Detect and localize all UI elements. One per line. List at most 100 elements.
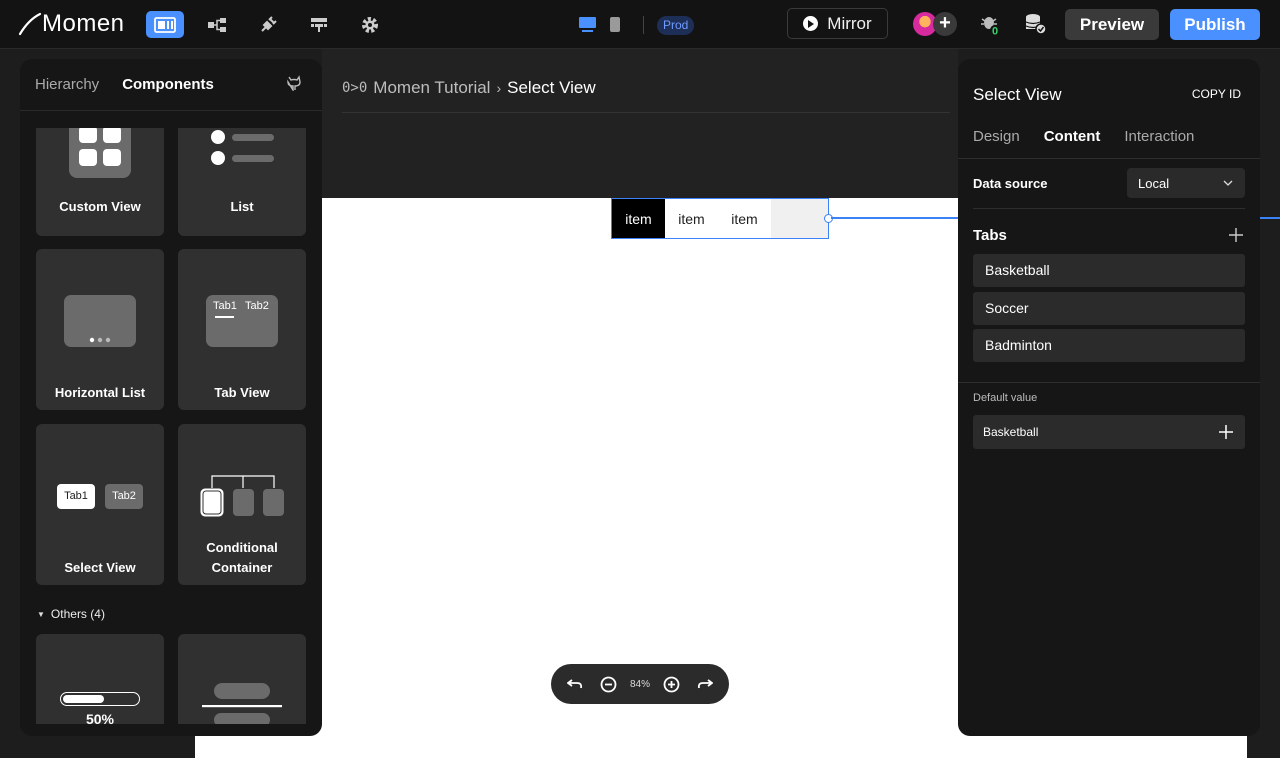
data-model-button[interactable] — [198, 11, 236, 38]
select-view-item[interactable]: item — [612, 199, 665, 238]
default-value-text: Basketball — [983, 425, 1039, 439]
data-source-select[interactable]: Local — [1127, 168, 1245, 198]
database-button[interactable] — [1025, 13, 1047, 40]
conditional-icon — [200, 475, 284, 517]
component-card-select-view[interactable]: Tab1 Tab2 Select View — [36, 424, 164, 585]
hierarchy-icon — [208, 17, 226, 32]
component-card-horizontal-list[interactable]: Horizontal List — [36, 249, 164, 410]
tab-view-icon: Tab1 Tab2 — [206, 295, 278, 347]
plus-icon — [1229, 228, 1243, 242]
selection-connector-line — [1260, 217, 1280, 219]
logo-swoosh-icon — [18, 12, 42, 36]
component-label-line1: Conditional — [206, 540, 278, 555]
zoom-level[interactable]: 84% — [630, 679, 650, 690]
actions-button[interactable] — [249, 11, 287, 38]
copy-id-button[interactable]: COPY ID — [1192, 87, 1241, 101]
carousel-icon — [64, 295, 136, 347]
progress-icon — [60, 692, 140, 706]
component-label: List — [230, 199, 254, 214]
panel-divider — [958, 158, 1260, 159]
select-view-preview-tab2: Tab2 — [105, 484, 143, 509]
page-link-icon: 0>0 — [342, 80, 368, 96]
gear-icon — [362, 16, 378, 33]
tab-design[interactable]: Design — [973, 128, 1020, 145]
zoom-toolbar: 84% — [551, 664, 729, 704]
api-button[interactable] — [300, 11, 338, 38]
zoom-out-button[interactable] — [597, 673, 619, 695]
plug-icon — [261, 15, 277, 32]
component-card-progress[interactable]: 50% — [36, 634, 164, 724]
svg-text:0: 0 — [992, 26, 998, 38]
breadcrumb-divider — [342, 112, 950, 113]
undo-icon — [567, 679, 583, 689]
play-icon — [803, 16, 819, 31]
plus-icon[interactable] — [1219, 425, 1233, 439]
components-list[interactable]: Custom View List Horizontal List Tab1 Ta… — [20, 128, 322, 724]
divider-icon — [202, 683, 282, 724]
database-check-icon — [1025, 14, 1047, 35]
selection-connector-line — [831, 217, 958, 219]
breadcrumb: 0>0 Momen Tutorial › Select View — [342, 78, 596, 98]
others-section-toggle[interactable]: ▼ Others (4) — [37, 607, 105, 621]
undo-button[interactable] — [564, 673, 586, 695]
component-card-custom-view[interactable]: Custom View — [36, 128, 164, 236]
list-icon — [211, 130, 274, 165]
component-card-tab-view[interactable]: Tab1 Tab2 Tab View — [178, 249, 306, 410]
properties-tabs: Design Content Interaction — [973, 128, 1194, 145]
panel-divider — [20, 110, 322, 111]
logo-text: Momen — [42, 10, 125, 37]
redo-button[interactable] — [694, 673, 716, 695]
settings-button[interactable] — [351, 11, 389, 38]
invite-collaborator-button[interactable]: + — [933, 12, 957, 36]
default-value-field[interactable]: Basketball — [973, 415, 1245, 449]
tab-interaction[interactable]: Interaction — [1124, 128, 1194, 145]
breadcrumb-current[interactable]: Select View — [507, 78, 596, 98]
select-view-item[interactable]: item — [718, 199, 771, 238]
breadcrumb-chevron-icon: › — [496, 80, 502, 96]
mobile-view-button[interactable] — [609, 16, 621, 38]
tab-item-row[interactable]: Basketball — [973, 254, 1245, 287]
section-divider — [958, 382, 1260, 383]
component-card-conditional-container[interactable]: Conditional Container — [178, 424, 306, 585]
tab-hierarchy[interactable]: Hierarchy — [35, 76, 99, 93]
pages-toggle-button[interactable] — [146, 11, 184, 38]
progress-percent: 50% — [85, 711, 115, 724]
data-source-label: Data source — [973, 176, 1048, 191]
tab-item-row[interactable]: Soccer — [973, 292, 1245, 325]
tab-view-tab2: Tab2 — [245, 300, 269, 312]
breadcrumb-project[interactable]: Momen Tutorial — [373, 78, 490, 98]
select-view-preview-tab1: Tab1 — [57, 484, 95, 509]
mirror-button[interactable]: Mirror — [787, 8, 888, 39]
component-label-line2: Container — [211, 560, 273, 575]
tab-content[interactable]: Content — [1044, 128, 1101, 145]
mirror-label: Mirror — [827, 13, 872, 33]
others-section-label: Others (4) — [50, 607, 105, 621]
caret-down-icon: ▼ — [37, 609, 45, 619]
selected-component-title[interactable]: Select View — [973, 85, 1062, 105]
desktop-view-button[interactable] — [578, 16, 597, 37]
components-panel: Hierarchy Components Custom View List Ho… — [20, 59, 322, 736]
layout-panel-icon — [154, 16, 176, 33]
component-card-list[interactable]: List — [178, 128, 306, 236]
select-view-component[interactable]: item item item — [611, 198, 829, 239]
publish-button[interactable]: Publish — [1170, 9, 1260, 40]
momen-logo[interactable]: Momen — [18, 10, 125, 38]
default-value-label: Default value — [973, 392, 1038, 404]
tabs-section-header: Tabs — [973, 227, 1007, 244]
api-icon — [311, 17, 327, 32]
zoom-in-button[interactable] — [661, 673, 683, 695]
zoom-out-icon — [600, 676, 617, 692]
environment-badge[interactable]: Prod — [657, 16, 695, 35]
component-card-divider[interactable] — [178, 634, 306, 724]
select-view-item[interactable]: item — [665, 199, 718, 238]
add-tab-button[interactable] — [1228, 227, 1244, 243]
tab-components[interactable]: Components — [122, 76, 214, 93]
chevron-down-icon — [1223, 180, 1233, 186]
left-panel-tabs: Hierarchy Components — [35, 76, 214, 93]
debug-button[interactable]: 0 — [980, 13, 1002, 42]
canvas-header-area — [322, 49, 958, 199]
mobile-icon — [610, 17, 620, 32]
tab-item-row[interactable]: Badminton — [973, 329, 1245, 362]
preview-button[interactable]: Preview — [1065, 9, 1159, 40]
community-components-button[interactable] — [286, 75, 302, 96]
